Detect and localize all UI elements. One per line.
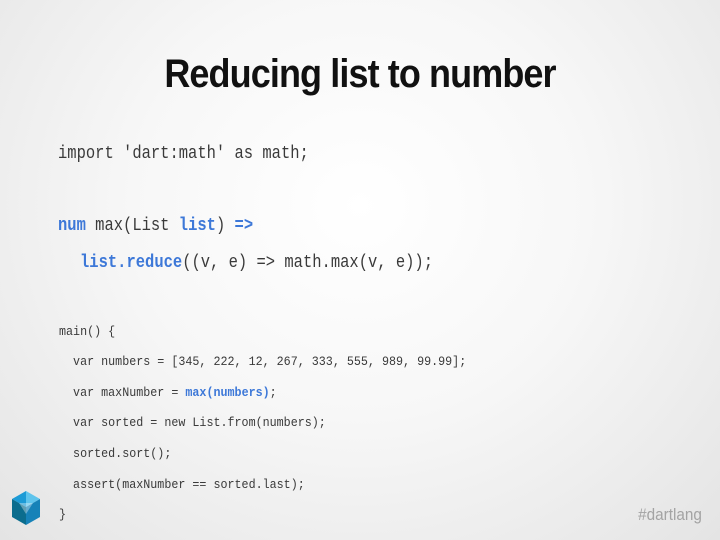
keyword-list-reduce: list.reduce	[80, 253, 183, 273]
code-main-sort: sorted.sort();	[59, 446, 172, 461]
code-main-open: main() {	[59, 324, 116, 339]
dartlang-hashtag: #dartlang	[638, 505, 702, 524]
code-main-assert: assert(maxNumber == sorted.last);	[59, 477, 305, 492]
code-main-close: }	[59, 507, 67, 522]
code-main-maxnumber: var maxNumber = max(numbers);	[59, 385, 277, 400]
code-import-line: import 'dart:math' as math;	[58, 144, 309, 164]
keyword-max-call: max(numbers)	[185, 385, 270, 400]
code-main-numbers: var numbers = [345, 222, 12, 267, 333, 5…	[59, 354, 467, 369]
code-max-signature: num max(List list) =>	[58, 216, 254, 236]
slide-title: Reducing list to number	[164, 52, 556, 96]
keyword-list: list	[178, 216, 216, 236]
dart-logo-icon	[12, 491, 40, 525]
code-reduce-line: list.reduce((v, e) => math.max(v, e));	[80, 253, 434, 273]
keyword-num: num	[58, 216, 86, 236]
code-main-sorted: var sorted = new List.from(numbers);	[59, 415, 326, 430]
keyword-arrow: =>	[234, 216, 254, 236]
